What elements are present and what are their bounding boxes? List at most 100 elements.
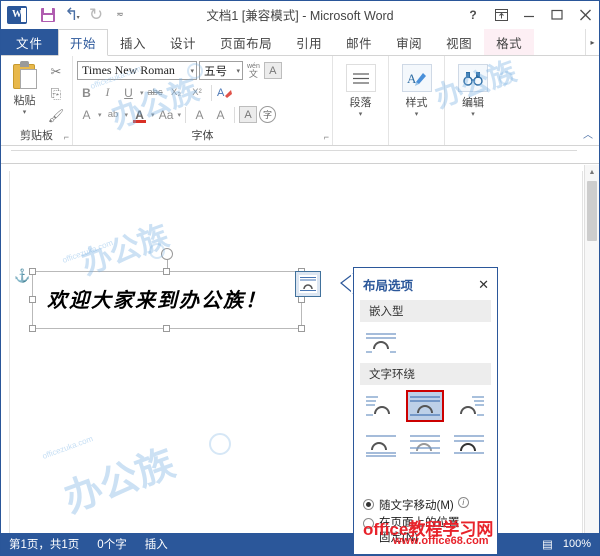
radio-fix-position-on-page[interactable]: 在页面上的位置 固定(N) [363, 516, 491, 545]
tab-review[interactable]: 审阅 [384, 29, 434, 55]
font-name-caret-icon[interactable]: ▾ [190, 67, 194, 75]
grow-font-button[interactable]: A [190, 105, 209, 124]
char-border-icon[interactable]: A [263, 62, 282, 79]
resize-handle-middle-right[interactable] [298, 296, 305, 303]
layout-options-button[interactable] [295, 271, 321, 297]
font-color-caret-icon[interactable]: ▾ [151, 111, 155, 119]
close-icon[interactable]: ✕ [476, 278, 491, 291]
font-name-input[interactable]: Times New Roman ▾ [77, 61, 197, 80]
radio-move-with-text-input[interactable] [363, 499, 374, 511]
rotate-handle[interactable] [161, 248, 173, 260]
clear-formatting-icon[interactable]: A [216, 83, 235, 102]
cut-icon[interactable]: ✂ [44, 62, 68, 82]
ruler[interactable] [1, 146, 599, 164]
scroll-up-icon[interactable]: ▲ [585, 165, 599, 179]
tab-file[interactable]: 文件 [1, 29, 59, 55]
document-area[interactable]: ⚓ 欢迎大家来到办公族！ officezuka.com 办公族 officezu… [1, 165, 599, 533]
wrap-option-in-line-with-text[interactable] [362, 327, 400, 359]
paragraph-caret-icon[interactable]: ▾ [359, 110, 363, 118]
info-icon[interactable]: i [457, 497, 469, 509]
strikethrough-button[interactable]: abc [146, 83, 165, 102]
editing-button[interactable]: 编辑 ▾ [449, 59, 497, 145]
resize-handle-bottom-left[interactable] [29, 325, 36, 332]
clipboard-dialog-launcher-icon[interactable]: ⌐ [64, 132, 69, 142]
ribbon-display-options-button[interactable] [487, 2, 515, 28]
status-zoom-level[interactable]: 100% [563, 538, 591, 550]
vertical-scrollbar[interactable]: ▲ [584, 165, 599, 533]
font-size-input[interactable]: 五号 ▾ [199, 61, 243, 80]
radio-move-with-text-label: 随文字移动(M) [379, 500, 454, 513]
resize-handle-top-left[interactable] [29, 268, 36, 275]
font-color-button[interactable]: A [130, 105, 149, 124]
collapse-ribbon-icon[interactable]: ︿ [583, 126, 593, 141]
tab-insert[interactable]: 插入 [108, 29, 158, 55]
resize-handle-bottom-center[interactable] [163, 325, 170, 332]
tab-mailings[interactable]: 邮件 [334, 29, 384, 55]
highlight-caret-icon[interactable]: ▾ [125, 111, 129, 119]
char-shading-icon[interactable]: A [239, 106, 258, 123]
wrap-option-tight[interactable] [406, 390, 444, 422]
underline-button[interactable]: U [119, 83, 138, 102]
font-name-value: Times New Roman [82, 63, 175, 77]
resize-handle-bottom-right[interactable] [298, 325, 305, 332]
shrink-font-button[interactable]: A [211, 105, 230, 124]
subscript-button[interactable]: X₂ [167, 83, 186, 102]
resize-handle-middle-left[interactable] [29, 296, 36, 303]
help-button[interactable]: ? [459, 2, 487, 28]
styles-caret-icon[interactable]: ▾ [415, 110, 419, 118]
change-case-caret-icon[interactable]: ▾ [178, 111, 182, 119]
copy-icon[interactable]: ⎘ [44, 84, 68, 104]
underline-caret-icon[interactable]: ▾ [140, 89, 144, 97]
tab-home[interactable]: 开始 [58, 29, 109, 56]
status-page-info[interactable]: 第1页，共1页 [9, 536, 79, 552]
maximize-button[interactable] [543, 2, 571, 28]
scrollbar-thumb[interactable] [587, 181, 597, 241]
status-word-count[interactable]: 0个字 [97, 536, 126, 552]
radio-move-with-text[interactable]: 随文字移动(M) i [363, 497, 491, 513]
undo-icon[interactable]: ↰ ▾ [61, 5, 83, 25]
title-bar: W ↰ ▾ ↻ ≂ 文档1 [兼容模式] - Microsoft Word ? [1, 1, 599, 29]
enclose-character-icon[interactable]: 字 [259, 106, 277, 123]
resize-handle-top-center[interactable] [163, 268, 170, 275]
tab-page-layout[interactable]: 页面布局 [208, 29, 284, 55]
font-size-caret-icon[interactable]: ▾ [236, 67, 240, 75]
format-painter-icon[interactable]: 🖌 [44, 106, 68, 126]
tab-references[interactable]: 引用 [284, 29, 334, 55]
radio-fix-position-input[interactable] [363, 518, 374, 530]
font-dialog-launcher-icon[interactable]: ⌐ [324, 132, 329, 142]
tab-view[interactable]: 视图 [434, 29, 484, 55]
editing-caret-icon[interactable]: ▾ [471, 110, 475, 118]
tab-design[interactable]: 设计 [158, 29, 208, 55]
change-case-button[interactable]: Aa [157, 105, 176, 124]
save-icon[interactable] [37, 5, 59, 25]
wrap-option-top-and-bottom[interactable] [362, 429, 400, 461]
text-effects-button[interactable]: A [77, 105, 96, 124]
wrap-option-in-front-of-text[interactable] [450, 429, 488, 461]
minimize-button[interactable] [515, 2, 543, 28]
wordart-selection-frame[interactable]: 欢迎大家来到办公族！ [29, 248, 305, 332]
wrap-option-through[interactable] [450, 390, 488, 422]
redo-icon[interactable]: ↻ [85, 5, 107, 25]
tab-format[interactable]: 格式 [484, 29, 535, 55]
paste-dropdown-caret-icon[interactable]: ▾ [23, 108, 27, 116]
proofing-icon[interactable]: ▤ [542, 537, 553, 551]
phonetic-guide-icon[interactable]: wén 文 [245, 63, 262, 79]
status-bar: 第1页，共1页 0个字 插入 ▤ 100% [1, 533, 599, 555]
close-button[interactable] [571, 2, 599, 28]
layout-options-position-settings: 随文字移动(M) i 在页面上的位置 固定(N) [354, 493, 497, 554]
styles-button[interactable]: A 样式 ▾ [393, 59, 440, 145]
bold-button[interactable]: B [77, 83, 96, 102]
highlight-color-button[interactable]: ab [104, 105, 123, 124]
superscript-button[interactable]: X² [188, 83, 207, 102]
wrap-option-square[interactable] [362, 390, 400, 422]
wrap-row-1 [354, 385, 497, 424]
font-row-bottom: A ▾ ab ▾ A ▾ Aa ▾ A A A 字 [77, 105, 282, 124]
text-effects-caret-icon[interactable]: ▾ [98, 111, 102, 119]
italic-button[interactable]: I [98, 83, 117, 102]
tab-scroll-right-icon[interactable]: ▸ [585, 29, 599, 55]
wrap-option-behind-text[interactable] [406, 429, 444, 461]
paragraph-button[interactable]: 段落 ▾ [337, 59, 384, 145]
wordart-text: 欢迎大家来到办公族！ [47, 290, 267, 312]
customize-qat-icon[interactable]: ≂ [109, 5, 131, 25]
status-insert-mode[interactable]: 插入 [145, 536, 168, 552]
